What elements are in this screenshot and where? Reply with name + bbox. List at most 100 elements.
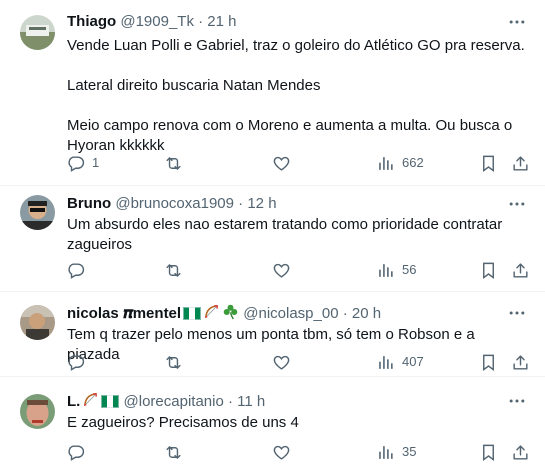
reply-button[interactable]	[66, 442, 92, 462]
repost-icon	[164, 353, 183, 372]
tweet-text: E zagueiros? Precisamos de uns 4	[67, 414, 299, 431]
share-icon	[511, 261, 530, 280]
user-handle[interactable]: @brunocoxa1909	[115, 195, 234, 212]
tweet[interactable]: nicolas 𝝅mentel @nicolasp_00 · 20 h Tem …	[0, 292, 545, 377]
bookmark-icon	[479, 154, 498, 173]
views-button[interactable]: 56	[376, 260, 416, 280]
timestamp[interactable]: 21 h	[207, 13, 236, 30]
separator-dot: ·	[198, 13, 204, 30]
shamrock-icon	[222, 303, 239, 320]
separator-dot: ·	[238, 195, 244, 212]
like-icon	[272, 154, 291, 173]
display-name[interactable]: Bruno	[67, 195, 111, 212]
like-button[interactable]	[272, 260, 298, 280]
repost-icon	[164, 443, 183, 462]
tweet[interactable]: Thiago @1909_Tk · 21 h Vende Luan Polli …	[0, 0, 545, 186]
reply-feed: Thiago @1909_Tk · 21 h Vende Luan Polli …	[0, 0, 545, 470]
views-icon	[376, 443, 395, 462]
tweet[interactable]: L. @lorecapitanio · 11 h E zagueiros? Pr…	[0, 377, 545, 470]
avatar[interactable]	[20, 394, 55, 429]
bow-and-arrow-icon	[203, 303, 220, 320]
reply-button[interactable]: 1	[66, 153, 99, 173]
reply-count: 1	[92, 155, 100, 170]
bookmark-button[interactable]	[479, 260, 498, 280]
like-icon	[272, 353, 291, 372]
tweet-text: Um absurdo eles nao estarem tratando com…	[67, 216, 503, 253]
bookmark-icon	[479, 353, 498, 372]
timestamp[interactable]: 11 h	[237, 393, 265, 410]
share-button[interactable]	[511, 352, 530, 372]
more-icon[interactable]	[507, 303, 527, 323]
views-icon	[376, 353, 395, 372]
action-bar: 35	[60, 442, 535, 462]
action-bar: 1 662	[60, 153, 535, 173]
user-handle[interactable]: @nicolasp_00	[243, 305, 338, 322]
action-bar: 56	[60, 260, 535, 280]
bookmark-button[interactable]	[479, 442, 498, 462]
views-icon	[376, 154, 395, 173]
display-name[interactable]: nicolas 𝝅mentel	[67, 305, 181, 322]
action-bar: 407	[60, 352, 535, 372]
share-icon	[511, 154, 530, 173]
repost-button[interactable]	[164, 153, 190, 173]
views-count: 662	[402, 155, 424, 170]
avatar[interactable]	[20, 195, 55, 230]
bow-and-arrow-icon	[82, 391, 99, 408]
views-count: 35	[402, 444, 417, 459]
repost-button[interactable]	[164, 260, 190, 280]
like-button[interactable]	[272, 352, 298, 372]
reply-button[interactable]	[66, 352, 92, 372]
views-button[interactable]: 662	[376, 153, 424, 173]
more-icon[interactable]	[507, 12, 527, 32]
share-button[interactable]	[511, 153, 530, 173]
share-icon	[511, 443, 530, 462]
reply-icon	[66, 154, 85, 173]
bookmark-icon	[479, 443, 498, 462]
nigeria-flag-icon	[101, 395, 119, 408]
avatar[interactable]	[20, 15, 55, 50]
tweet[interactable]: Bruno @brunocoxa1909 · 12 h Um absurdo e…	[0, 186, 545, 292]
reply-icon	[66, 443, 85, 462]
views-count: 407	[402, 354, 424, 369]
tweet-header: L. @lorecapitanio · 11 h	[67, 391, 505, 411]
display-name[interactable]: L.	[67, 393, 80, 410]
repost-icon	[164, 261, 183, 280]
like-icon	[272, 443, 291, 462]
avatar-image	[20, 305, 55, 340]
user-handle[interactable]: @1909_Tk	[120, 13, 194, 30]
tweet-header: nicolas 𝝅mentel @nicolasp_00 · 20 h	[67, 303, 505, 323]
share-button[interactable]	[511, 442, 530, 462]
timestamp[interactable]: 12 h	[247, 195, 276, 212]
user-handle[interactable]: @lorecapitanio	[124, 393, 224, 410]
avatar-image	[20, 15, 55, 50]
views-button[interactable]: 407	[376, 352, 424, 372]
views-button[interactable]: 35	[376, 442, 416, 462]
separator-dot: ·	[227, 393, 233, 410]
avatar-image	[20, 195, 55, 230]
nigeria-flag-icon	[183, 307, 201, 320]
reply-button[interactable]	[66, 260, 92, 280]
like-button[interactable]	[272, 442, 298, 462]
views-icon	[376, 261, 395, 280]
avatar-image	[20, 394, 55, 429]
timestamp[interactable]: 20 h	[352, 305, 381, 322]
reply-icon	[66, 353, 85, 372]
tweet-header: Thiago @1909_Tk · 21 h	[67, 12, 505, 32]
repost-button[interactable]	[164, 352, 190, 372]
bookmark-button[interactable]	[479, 153, 498, 173]
more-icon[interactable]	[507, 194, 527, 214]
avatar[interactable]	[20, 305, 55, 340]
share-button[interactable]	[511, 260, 530, 280]
display-name[interactable]: Thiago	[67, 13, 116, 30]
repost-icon	[164, 154, 183, 173]
reply-icon	[66, 261, 85, 280]
more-icon[interactable]	[507, 391, 527, 411]
like-button[interactable]	[272, 153, 298, 173]
bookmark-button[interactable]	[479, 352, 498, 372]
share-icon	[511, 353, 530, 372]
tweet-text: Vende Luan Polli e Gabriel, traz o golei…	[67, 37, 525, 154]
like-icon	[272, 261, 291, 280]
bookmark-icon	[479, 261, 498, 280]
repost-button[interactable]	[164, 442, 190, 462]
separator-dot: ·	[342, 305, 348, 322]
